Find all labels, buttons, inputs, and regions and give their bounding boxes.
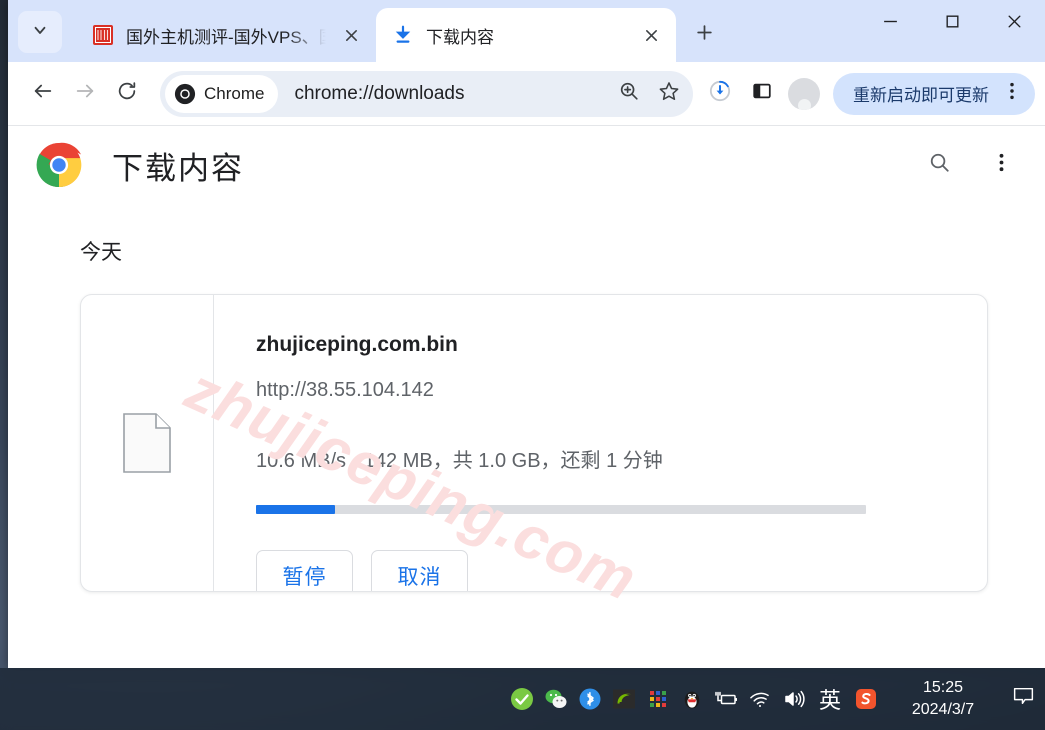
download-filename[interactable]: zhujiceping.com.bin (256, 333, 987, 357)
clock-date: 2024/3/7 (911, 701, 975, 718)
downloads-button[interactable] (699, 73, 741, 115)
back-button[interactable] (22, 73, 64, 115)
tab-search-button[interactable] (18, 11, 62, 53)
notification-bubble-icon (1011, 684, 1036, 714)
maximize-icon (944, 13, 961, 35)
tab-item-site[interactable]: 国外主机测评-国外VPS、国 (76, 8, 376, 62)
chrome-logo-icon (174, 83, 196, 105)
search-icon (928, 151, 951, 179)
wechat-icon[interactable] (539, 679, 573, 719)
download-icon (392, 24, 414, 46)
browser-window: 国外主机测评-国外VPS、国 下载内容 Chrome chrome://down… (8, 0, 1045, 668)
download-progress-fill (256, 505, 336, 514)
browser-menu-button[interactable] (995, 77, 1029, 111)
bookmark-button[interactable] (649, 74, 689, 114)
page-title: 下载内容 (112, 150, 244, 186)
color-grid-icon[interactable] (641, 679, 675, 719)
back-arrow-icon (32, 80, 54, 107)
minimize-icon (882, 13, 899, 35)
forward-button[interactable] (64, 73, 106, 115)
url-text[interactable]: chrome://downloads (294, 83, 609, 105)
download-actions: 暂停 取消 (256, 550, 987, 591)
address-bar[interactable]: Chrome chrome://downloads (160, 70, 693, 117)
download-source-url: http://38.55.104.142 (256, 379, 434, 401)
maximize-button[interactable] (921, 0, 983, 47)
star-icon (658, 80, 680, 107)
downloads-header: 下载内容 (8, 126, 1045, 204)
side-panel-button[interactable] (741, 73, 783, 115)
sogou-icon[interactable] (849, 679, 883, 719)
shield-check-icon[interactable] (505, 679, 539, 719)
new-tab-button[interactable] (684, 15, 724, 55)
clock-time: 15:25 (922, 679, 964, 696)
download-file-icon-column (81, 295, 214, 591)
download-item-card[interactable]: zhujiceping.com.bin http://38.55.104.142… (80, 294, 988, 592)
wifi-icon[interactable] (743, 679, 777, 719)
windows-taskbar: 英 15:25 2024/3/7 (0, 668, 1045, 730)
tab-strip: 国外主机测评-国外VPS、国 下载内容 (8, 0, 1045, 62)
tab-title: 下载内容 (426, 27, 494, 47)
downloads-menu-button[interactable] (979, 143, 1023, 187)
zoom-button[interactable] (609, 74, 649, 114)
bluetooth-icon[interactable] (573, 679, 607, 719)
generic-file-icon (123, 413, 171, 473)
ime-indicator[interactable]: 英 (811, 679, 849, 719)
reload-icon (116, 80, 138, 107)
pause-button[interactable]: 暂停 (256, 550, 353, 591)
window-controls (859, 0, 1045, 62)
chrome-chip-label: Chrome (204, 83, 265, 103)
tab-close-button[interactable] (336, 20, 366, 50)
download-item-details: zhujiceping.com.bin http://38.55.104.142… (214, 295, 987, 591)
profile-button[interactable] (783, 73, 825, 115)
update-button[interactable]: 重新启动即可更新 (833, 72, 1035, 115)
avatar-icon (788, 77, 820, 110)
cancel-button[interactable]: 取消 (371, 550, 468, 591)
close-button[interactable] (983, 0, 1045, 47)
more-vertical-icon (1001, 80, 1023, 107)
tab-close-button[interactable] (636, 20, 666, 50)
reload-button[interactable] (106, 73, 148, 115)
download-progress-bar (256, 505, 866, 514)
downloads-header-actions (917, 143, 1023, 187)
zoom-in-icon (618, 80, 640, 107)
minimize-button[interactable] (859, 0, 921, 47)
nvidia-icon[interactable] (607, 679, 641, 719)
tab-title: 国外主机测评-国外VPS、国 (126, 27, 326, 47)
qq-penguin-icon[interactable] (675, 679, 709, 719)
more-vertical-icon (990, 151, 1013, 179)
taskbar-clock[interactable]: 15:25 2024/3/7 (899, 677, 987, 721)
notification-center-button[interactable] (1001, 668, 1045, 730)
download-progress-icon (709, 80, 731, 107)
side-panel-icon (751, 80, 773, 107)
forward-arrow-icon (74, 80, 96, 107)
close-icon (1006, 13, 1023, 35)
downloads-page: 下载内容 今天 zhujiceping.com.bin http://38.55… (8, 126, 1045, 668)
battery-charging-icon[interactable] (709, 679, 743, 719)
date-group-label: 今天 (80, 241, 122, 264)
download-status-text: 10.6 MB/s - 142 MB，共 1.0 GB，还剩 1 分钟 (256, 450, 663, 472)
chevron-down-icon (31, 21, 49, 44)
plus-icon (695, 23, 714, 47)
chrome-origin-chip[interactable]: Chrome (165, 74, 279, 113)
system-tray: 英 (505, 679, 883, 719)
tab-item-downloads[interactable]: 下载内容 (376, 8, 676, 62)
chrome-logo-icon (36, 142, 82, 188)
site-favicon-icon (92, 24, 114, 46)
downloads-search-button[interactable] (917, 143, 961, 187)
volume-icon[interactable] (777, 679, 811, 719)
browser-toolbar: Chrome chrome://downloads 重新启动即可更新 (8, 62, 1045, 126)
update-button-label: 重新启动即可更新 (853, 86, 989, 105)
